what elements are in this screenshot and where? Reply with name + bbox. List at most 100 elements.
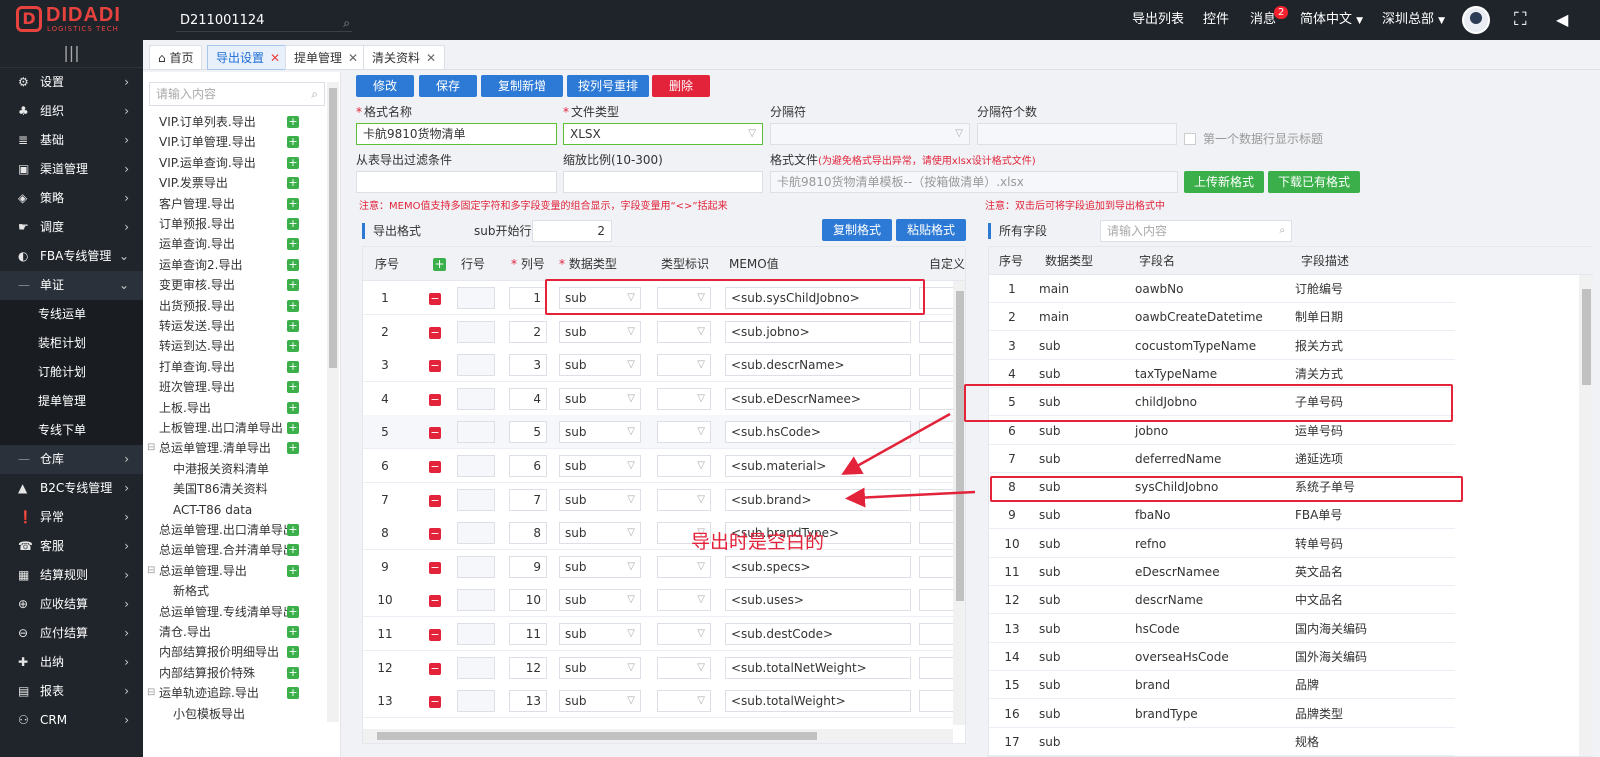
- add-icon[interactable]: +: [287, 687, 299, 700]
- add-icon[interactable]: +: [287, 218, 299, 230]
- table-row[interactable]: 14 sub overseaHsCode 国外海关编码: [989, 642, 1455, 671]
- add-icon[interactable]: +: [287, 116, 299, 128]
- add-icon[interactable]: +: [287, 524, 299, 536]
- add-row-icon[interactable]: +: [433, 258, 446, 271]
- memo-input[interactable]: <sub.uses>: [725, 589, 911, 612]
- table-row[interactable]: 9 sub fbaNo FBA单号: [989, 501, 1455, 530]
- tree-scrollbar-thumb[interactable]: [329, 88, 337, 368]
- sidebar-item-8[interactable]: — 仓库 ›: [0, 445, 143, 474]
- export-table-hscrollbar-thumb[interactable]: [377, 732, 817, 740]
- table-row[interactable]: 3 sub cocustomTypeName 报关方式: [989, 331, 1455, 360]
- remove-row-icon[interactable]: −: [429, 561, 441, 574]
- col-no-input[interactable]: 4: [509, 387, 547, 410]
- add-icon[interactable]: +: [287, 177, 299, 190]
- data-type-select[interactable]: sub ▽: [559, 488, 641, 511]
- reorder-by-column-button[interactable]: 按列号重排: [567, 75, 649, 97]
- data-type-select[interactable]: sub ▽: [559, 623, 641, 645]
- sidebar-subitem-2[interactable]: 订舱计划: [0, 358, 143, 387]
- tree-item[interactable]: ⊟ 运单轨迹追踪.导出 +: [147, 683, 327, 703]
- type-flag-select[interactable]: ▽: [657, 656, 711, 679]
- data-type-select[interactable]: sub ▽: [559, 690, 641, 713]
- sub-start-input[interactable]: 2: [532, 220, 612, 242]
- collapse-icon[interactable]: ⊟: [147, 561, 155, 581]
- tree-item[interactable]: 清仓.导出 +: [159, 622, 327, 642]
- table-row[interactable]: 1 main oawbNo 订舱编号: [989, 275, 1455, 303]
- download-format-button[interactable]: 下载已有格式: [1268, 171, 1360, 193]
- tab-customs-data[interactable]: 清关资料 ✕: [363, 45, 446, 70]
- type-flag-select[interactable]: ▽: [657, 488, 711, 511]
- table-row[interactable]: 3 − 3 sub ▽ ▽ <sub.descrName>: [363, 348, 959, 383]
- table-row[interactable]: 9 − 9 sub ▽ ▽ <sub.specs>: [363, 549, 959, 584]
- search-icon[interactable]: ⌕: [343, 12, 350, 34]
- tree-item[interactable]: 上板.导出 +: [159, 398, 327, 418]
- col-no-input[interactable]: 13: [509, 690, 547, 713]
- table-row[interactable]: 11 sub eDescrNamee 英文品名: [989, 558, 1455, 586]
- table-row[interactable]: 10 sub refno 转单号码: [989, 529, 1455, 558]
- add-icon[interactable]: +: [287, 564, 299, 577]
- table-row[interactable]: 17 sub 规格: [989, 727, 1455, 756]
- data-type-select[interactable]: sub ▽: [559, 387, 641, 410]
- remove-row-icon[interactable]: −: [429, 461, 441, 473]
- tree-search-input[interactable]: 请输入内容 ⌕: [149, 82, 325, 106]
- sidebar-item-2[interactable]: ≣ 基础 ›: [0, 126, 143, 155]
- memo-input[interactable]: <sub.hsCode>: [725, 421, 911, 444]
- close-icon[interactable]: ✕: [270, 51, 280, 65]
- row-no-input[interactable]: [457, 555, 495, 578]
- close-icon[interactable]: ✕: [426, 51, 436, 65]
- row-no-input[interactable]: [457, 656, 495, 679]
- col-no-input[interactable]: 11: [509, 623, 547, 645]
- remove-row-icon[interactable]: −: [429, 696, 441, 709]
- add-icon[interactable]: +: [287, 320, 299, 332]
- col-no-input[interactable]: 12: [509, 656, 547, 679]
- row-no-input[interactable]: [457, 488, 495, 511]
- table-row[interactable]: 13 − 13 sub ▽ ▽ <sub.totalWeight>: [363, 684, 959, 719]
- add-icon[interactable]: +: [287, 156, 299, 169]
- tree-item[interactable]: 内部结算报价明细导出 +: [159, 642, 327, 662]
- table-row[interactable]: 7 sub deferredName 递延选项: [989, 444, 1455, 473]
- data-type-select[interactable]: sub ▽: [559, 522, 641, 545]
- table-row[interactable]: 4 − 4 sub ▽ ▽ <sub.eDescrNamee>: [363, 381, 959, 416]
- row-no-input[interactable]: [457, 354, 495, 377]
- tree-item[interactable]: VIP.发票导出 +: [159, 173, 327, 193]
- sidebar-item-11[interactable]: ☎ 客服 ›: [0, 532, 143, 561]
- search-icon[interactable]: ⌕: [1279, 221, 1285, 241]
- remove-row-icon[interactable]: −: [429, 528, 441, 541]
- sidebar-subitem-0[interactable]: 专线运单: [0, 300, 143, 329]
- export-list-link[interactable]: 导出列表: [1132, 0, 1184, 40]
- top-search-input[interactable]: D211001124 ⌕: [176, 10, 352, 32]
- tree-item[interactable]: 变更审核.导出 +: [159, 275, 327, 295]
- fields-search-input[interactable]: 请输入内容 ⌕: [1100, 220, 1292, 242]
- plugin-link[interactable]: 控件: [1203, 0, 1229, 40]
- tree-item[interactable]: 小包模板导出: [173, 704, 341, 724]
- memo-input[interactable]: <sub.material>: [725, 455, 911, 477]
- remove-row-icon[interactable]: −: [429, 427, 441, 440]
- memo-input[interactable]: <sub.specs>: [725, 555, 911, 578]
- memo-input[interactable]: <sub.destCode>: [725, 623, 911, 645]
- tree-item[interactable]: 出货预报.导出 +: [159, 296, 327, 316]
- first-row-title-checkbox[interactable]: [1184, 133, 1196, 145]
- remove-row-icon[interactable]: −: [429, 360, 441, 373]
- table-row[interactable]: 8−8 sub ▽ ▽ <sub.brandType>: [363, 516, 959, 551]
- add-icon[interactable]: +: [287, 422, 299, 434]
- avatar[interactable]: [1462, 6, 1490, 34]
- table-row[interactable]: 12 sub descrName 中文品名: [989, 586, 1455, 615]
- file-type-select[interactable]: XLSX ▽: [563, 123, 763, 145]
- tree-item[interactable]: 客户管理.导出 +: [159, 194, 327, 214]
- row-no-input[interactable]: [457, 589, 495, 612]
- add-icon[interactable]: +: [287, 136, 299, 149]
- tree-item[interactable]: 打单查询.导出 +: [159, 357, 327, 377]
- add-icon[interactable]: +: [287, 605, 299, 618]
- remove-row-icon[interactable]: −: [429, 326, 441, 339]
- memo-input[interactable]: <sub.totalWeight>: [725, 690, 911, 713]
- sidebar-item-5[interactable]: ☛ 调度 ›: [0, 213, 143, 242]
- copy-new-button[interactable]: 复制新增: [481, 75, 563, 97]
- separator-select[interactable]: ▽: [770, 123, 970, 145]
- tree-item[interactable]: 新格式: [173, 581, 341, 601]
- add-icon[interactable]: +: [287, 258, 299, 271]
- type-flag-select[interactable]: ▽: [657, 320, 711, 343]
- row-no-input[interactable]: [457, 455, 495, 477]
- col-no-input[interactable]: 7: [509, 488, 547, 511]
- table-row[interactable]: 7 − 7 sub ▽ ▽ <sub.brand>: [363, 482, 959, 517]
- language-dropdown[interactable]: 简体中文 ▼: [1300, 0, 1363, 40]
- sidebar-item-3[interactable]: ▣ 渠道管理 ›: [0, 155, 143, 184]
